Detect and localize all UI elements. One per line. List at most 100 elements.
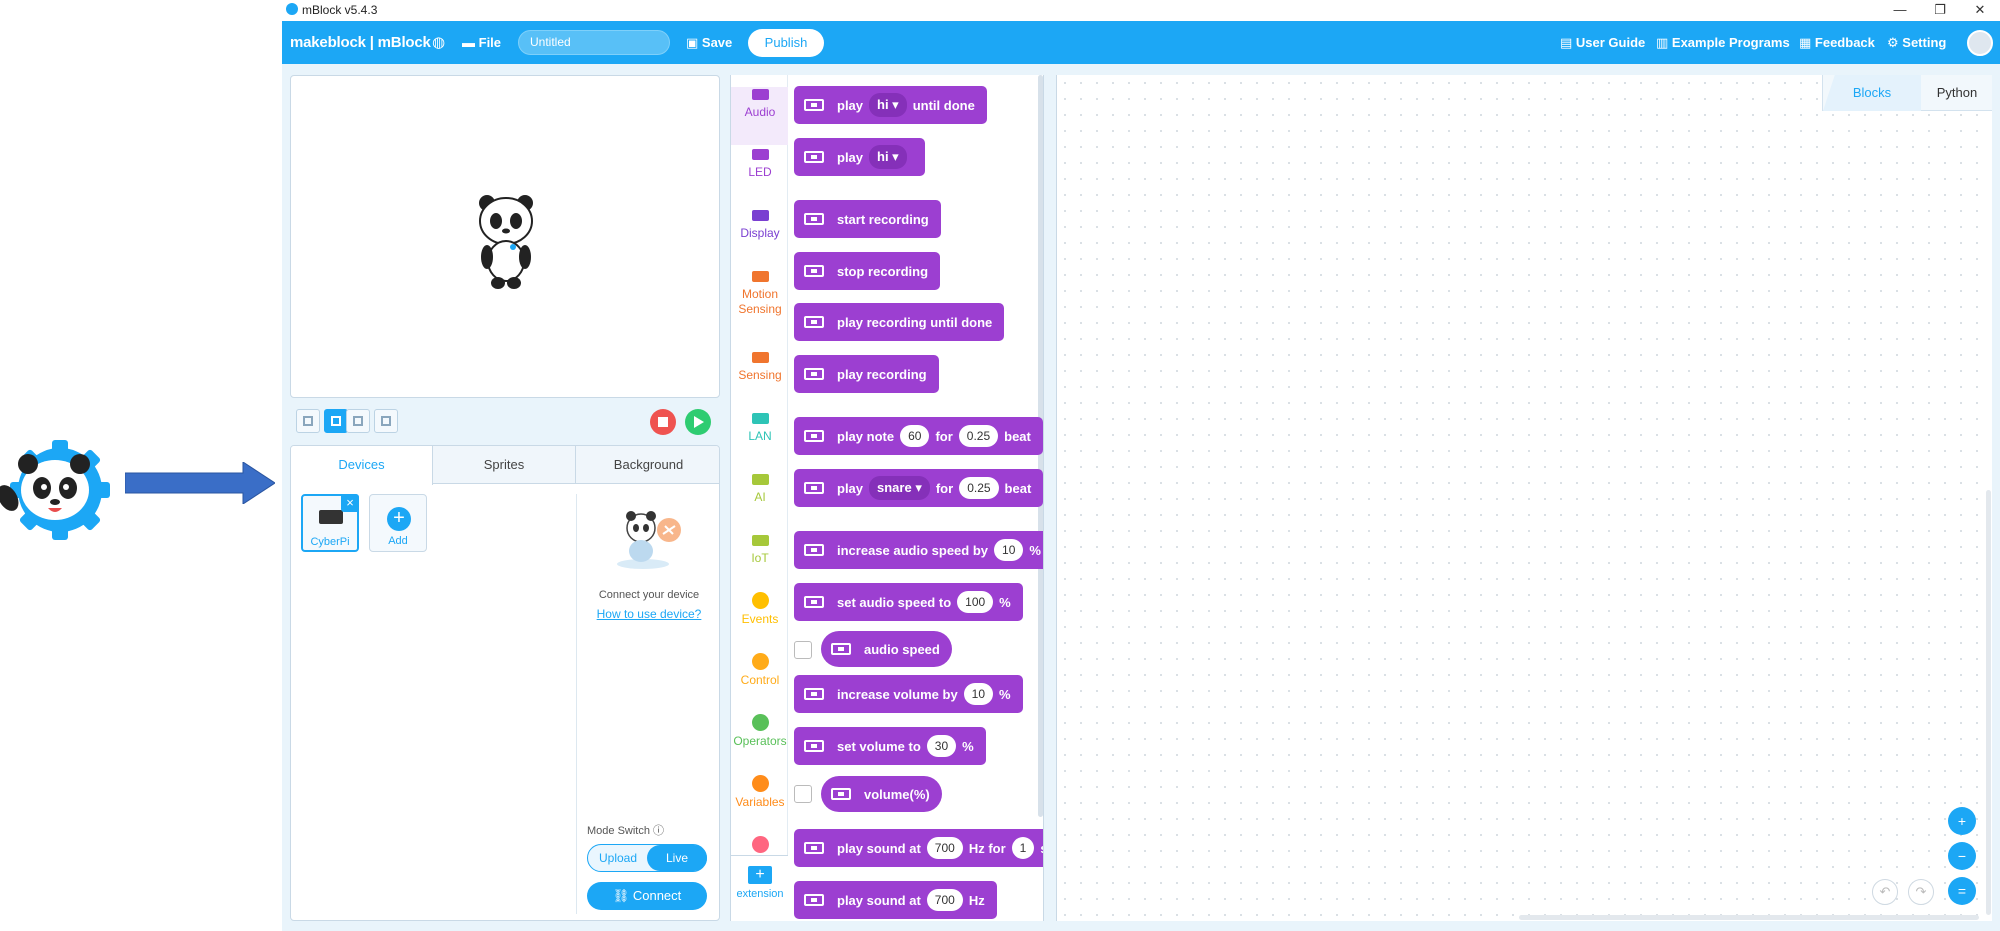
drum-dropdown[interactable]: snare ▾ (869, 476, 930, 500)
category-iot[interactable]: IoT (731, 535, 789, 566)
category-label: AI (754, 490, 766, 504)
tab-python[interactable]: Python (1921, 75, 1993, 111)
block-play-until-done[interactable]: play hi ▾ until done (794, 86, 987, 124)
script-workspace[interactable]: Blocks Python + − = ↶ ↷ (1056, 75, 1992, 921)
block-increase-volume[interactable]: increase volume by 10% (794, 675, 1023, 713)
note-input[interactable]: 60 (900, 425, 930, 447)
device-cyberpi[interactable]: × CyberPi (301, 494, 359, 552)
sound-dropdown[interactable]: hi ▾ (869, 145, 907, 169)
speed-input[interactable]: 100 (957, 591, 994, 613)
add-device-button[interactable]: + Add (369, 494, 427, 552)
category-audio[interactable]: Audio (731, 87, 789, 145)
audio-speed-checkbox[interactable] (794, 641, 812, 659)
category-motion-sensing[interactable]: Motion Sensing (731, 271, 789, 317)
category-control[interactable]: Control (731, 653, 789, 688)
tab-devices[interactable]: Devices (291, 446, 433, 485)
speed-input[interactable]: 10 (994, 539, 1024, 561)
project-title-input[interactable]: Untitled (518, 30, 670, 55)
close-window-button[interactable]: ✕ (1960, 0, 2000, 21)
sound-dropdown[interactable]: hi ▾ (869, 93, 907, 117)
green-flag-button[interactable] (685, 409, 711, 435)
tab-sprites[interactable]: Sprites (433, 446, 576, 484)
zoom-in-icon[interactable]: + (1948, 807, 1976, 835)
volume-checkbox[interactable] (794, 785, 812, 803)
connect-button[interactable]: ⛓ Connect (587, 882, 707, 910)
save-button[interactable]: ▣ Save (686, 21, 732, 64)
mode-live-option[interactable]: Live (647, 845, 707, 871)
frequency-input[interactable]: 700 (926, 889, 963, 911)
block-play-drum[interactable]: play snare ▾ for 0.25 beat (794, 469, 1043, 507)
category-sensing[interactable]: Sensing (731, 352, 789, 383)
cyberpi-block-icon (831, 788, 851, 800)
stage-toolbar (290, 405, 720, 441)
remove-device-icon[interactable]: × (341, 494, 359, 512)
frequency-input[interactable]: 700 (926, 837, 963, 859)
zoom-out-icon[interactable]: − (1948, 842, 1976, 870)
grid-view-icon[interactable] (374, 409, 398, 433)
large-stage-icon[interactable] (324, 409, 348, 433)
block-stop-recording[interactable]: stop recording (794, 252, 941, 290)
beat-input[interactable]: 0.25 (958, 425, 999, 447)
workspace-horizontal-scrollbar[interactable] (1519, 915, 1979, 920)
how-to-use-device-link[interactable]: How to use device? (597, 607, 702, 621)
extension-button[interactable]: + extension (731, 855, 789, 921)
globe-icon[interactable]: ◍ (432, 21, 445, 64)
block-play-recording[interactable]: play recording (794, 355, 939, 393)
publish-button[interactable]: Publish (748, 29, 824, 57)
small-stage-icon[interactable] (346, 409, 370, 433)
mode-upload-option[interactable]: Upload (588, 845, 648, 871)
stage-canvas[interactable] (290, 75, 720, 398)
block-play-sound[interactable]: play sound at 700 Hz (794, 881, 997, 919)
category-ai[interactable]: AI (731, 474, 789, 505)
block-text: audio speed (864, 641, 940, 657)
category-my-blocks[interactable] (731, 836, 789, 856)
volume-input[interactable]: 30 (926, 735, 957, 757)
category-label: LED (748, 165, 772, 179)
block-set-volume[interactable]: set volume to 30% (794, 727, 986, 765)
category-led[interactable]: LED (731, 149, 789, 180)
seconds-input[interactable]: 1 (1011, 837, 1035, 859)
mode-switch-toggle[interactable]: Upload Live (587, 844, 707, 872)
beat-input[interactable]: 0.25 (959, 477, 999, 499)
tab-blocks[interactable]: Blocks (1823, 75, 1921, 111)
category-events[interactable]: Events (731, 592, 789, 627)
category-display[interactable]: Display (731, 210, 789, 241)
cyberpi-icon (319, 510, 343, 524)
block-play[interactable]: play hi ▾ (794, 138, 925, 176)
workspace-vertical-scrollbar[interactable] (1986, 490, 1991, 915)
fullscreen-icon[interactable] (296, 409, 320, 433)
example-programs-button[interactable]: ▥ Example Programs (1656, 21, 1790, 64)
stop-button[interactable] (650, 409, 676, 435)
user-guide-button[interactable]: ▤ User Guide (1560, 21, 1645, 64)
cyberpi-block-icon (804, 596, 824, 608)
block-audio-speed[interactable]: audio speed (821, 631, 952, 667)
category-lan[interactable]: LAN (731, 413, 789, 444)
block-text: set volume to (837, 738, 921, 754)
file-menu[interactable]: ▬ File (462, 21, 501, 64)
zoom-reset-icon[interactable]: = (1948, 877, 1976, 905)
category-variables[interactable]: Variables (731, 775, 789, 810)
lan-icon (751, 413, 769, 424)
block-play-sound-for[interactable]: play sound at 700 Hz for 1 sec (794, 829, 1043, 867)
feedback-button[interactable]: ▦ Feedback (1799, 21, 1875, 64)
block-set-audio-speed[interactable]: set audio speed to 100% (794, 583, 1023, 621)
volume-input[interactable]: 10 (963, 683, 994, 705)
panda-sprite[interactable] (471, 191, 541, 291)
undo-icon[interactable]: ↶ (1872, 879, 1898, 905)
help-icon[interactable]: ⓘ (653, 825, 664, 837)
minimize-button[interactable]: — (1880, 0, 1920, 21)
block-text: increase audio speed by (837, 542, 989, 558)
block-play-note[interactable]: play note 60 for 0.25 beat (794, 417, 1043, 455)
user-avatar[interactable] (1967, 30, 1993, 56)
block-play-recording-until-done[interactable]: play recording until done (794, 303, 1005, 341)
setting-button[interactable]: ⚙ Setting (1887, 21, 1946, 64)
category-operators[interactable]: Operators (731, 714, 789, 749)
restore-button[interactable]: ❐ (1920, 0, 1960, 21)
block-volume[interactable]: volume(%) (821, 776, 942, 812)
block-start-recording[interactable]: start recording (794, 200, 941, 238)
tab-background[interactable]: Background (576, 446, 719, 484)
block-text: % (999, 594, 1011, 610)
redo-icon[interactable]: ↷ (1908, 879, 1934, 905)
block-increase-audio-speed[interactable]: increase audio speed by 10% (794, 531, 1043, 569)
block-text: beat (1004, 480, 1032, 496)
